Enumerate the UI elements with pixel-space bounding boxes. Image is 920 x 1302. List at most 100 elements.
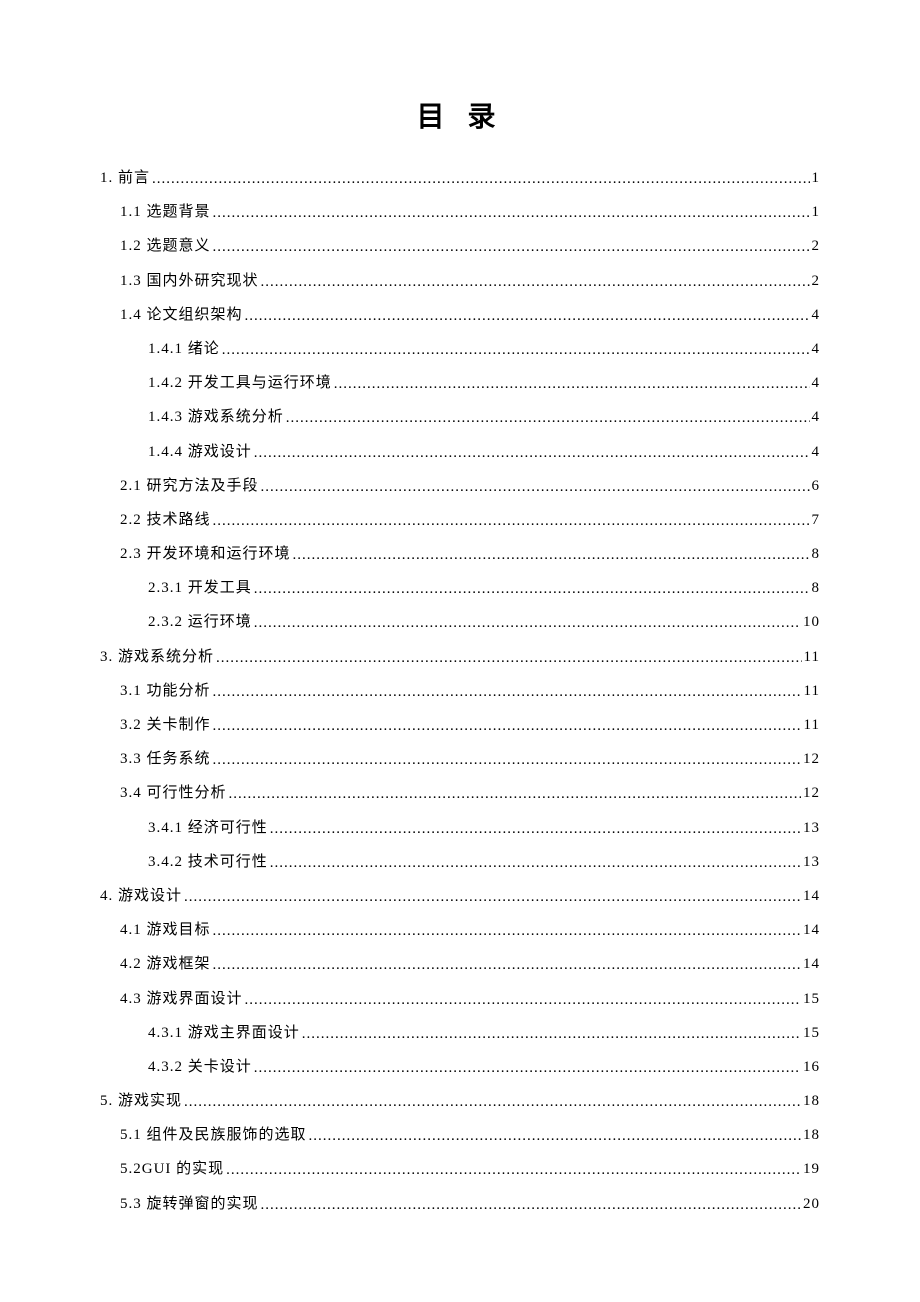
toc-entry: 1. 前言 1: [100, 161, 820, 195]
toc-entry-page: 13: [803, 811, 820, 845]
toc-entry: 3.2 关卡制作 11: [100, 708, 820, 742]
toc-entry-page: 18: [803, 1118, 820, 1152]
toc-dot-leader: [254, 606, 801, 640]
toc-entry-page: 4: [812, 400, 821, 434]
toc-entry-page: 4: [812, 332, 821, 366]
toc-entry-page: 11: [804, 640, 820, 674]
toc-entry: 1.4.4 游戏设计 4: [100, 435, 820, 469]
toc-dot-leader: [254, 1051, 801, 1085]
toc-entry-page: 20: [803, 1187, 820, 1221]
toc-entry-label: 3.4.1 经济可行性: [148, 811, 268, 845]
toc-entry-label: 4.2 游戏框架: [120, 947, 211, 981]
toc-dot-leader: [213, 504, 810, 538]
toc-entry: 4. 游戏设计 14: [100, 879, 820, 913]
toc-dot-leader: [309, 1119, 801, 1153]
toc-dot-leader: [302, 1017, 801, 1051]
toc-dot-leader: [261, 1188, 801, 1222]
toc-dot-leader: [261, 470, 810, 504]
toc-dot-leader: [184, 1085, 801, 1119]
toc-entry-label: 2.3.1 开发工具: [148, 571, 252, 605]
toc-entry-page: 16: [803, 1050, 820, 1084]
toc-entry: 4.3 游戏界面设计15: [100, 982, 820, 1016]
toc-dot-leader: [293, 538, 810, 572]
toc-dot-leader: [254, 436, 810, 470]
toc-entry-label: 1.4.1 绪论: [148, 332, 220, 366]
toc-dot-leader: [254, 572, 810, 606]
toc-entry-label: 3.4 可行性分析: [120, 776, 227, 810]
toc-dot-leader: [270, 812, 801, 846]
toc-entry: 3.4.2 技术可行性 13: [100, 845, 820, 879]
toc-dot-leader: [213, 914, 801, 948]
toc-entry-label: 1.1 选题背景: [120, 195, 211, 229]
toc-entry-label: 5. 游戏实现: [100, 1084, 182, 1118]
toc-entry-page: 12: [803, 742, 820, 776]
toc-entry: 1.3 国内外研究现状2: [100, 264, 820, 298]
toc-entry-label: 5.3 旋转弹窗的实现: [120, 1187, 259, 1221]
toc-entry-label: 2.1 研究方法及手段: [120, 469, 259, 503]
toc-entry-page: 18: [803, 1084, 820, 1118]
toc-entry-label: 4.1 游戏目标: [120, 913, 211, 947]
toc-entry: 1.1 选题背景 1: [100, 195, 820, 229]
toc-dot-leader: [213, 743, 801, 777]
toc-entry-label: 3.4.2 技术可行性: [148, 845, 268, 879]
toc-entry-page: 15: [803, 1016, 820, 1050]
toc-entry-page: 1: [812, 195, 821, 229]
toc-entry-label: 1.4.2 开发工具与运行环境: [148, 366, 332, 400]
toc-entry: 4.1 游戏目标 14: [100, 913, 820, 947]
toc-dot-leader: [216, 641, 802, 675]
toc-entry-label: 1.2 选题意义: [120, 229, 211, 263]
toc-entry-page: 8: [812, 537, 821, 571]
toc-dot-leader: [286, 401, 810, 435]
toc-dot-leader: [213, 196, 810, 230]
toc-entry-label: 4.3.2 关卡设计: [148, 1050, 252, 1084]
toc-dot-leader: [213, 230, 810, 264]
toc-entry: 2.3.1 开发工具8: [100, 571, 820, 605]
toc-entry: 4.3.1 游戏主界面设计15: [100, 1016, 820, 1050]
toc-entry-page: 14: [803, 947, 820, 981]
toc-entry-page: 4: [812, 298, 821, 332]
toc-entry-label: 3.1 功能分析: [120, 674, 211, 708]
toc-entry-label: 2.2 技术路线: [120, 503, 211, 537]
toc-entry-label: 3.2 关卡制作: [120, 708, 211, 742]
toc-entry-label: 2.3.2 运行环境: [148, 605, 252, 639]
toc-entry: 5.3 旋转弹窗的实现 20: [100, 1187, 820, 1221]
toc-entry-page: 2: [812, 229, 821, 263]
toc-entry-label: 5.2GUI 的实现: [120, 1152, 224, 1186]
toc-entry-page: 1: [812, 161, 821, 195]
toc-entry-label: 1.4 论文组织架构: [120, 298, 243, 332]
toc-dot-leader: [213, 675, 802, 709]
toc-entry-page: 14: [803, 879, 820, 913]
toc-entry-label: 1. 前言: [100, 161, 150, 195]
toc-dot-leader: [222, 333, 810, 367]
toc-entry-label: 4. 游戏设计: [100, 879, 182, 913]
toc-entry-page: 13: [803, 845, 820, 879]
toc-dot-leader: [245, 299, 810, 333]
toc-entry-page: 7: [812, 503, 821, 537]
toc-entry: 1.4.3 游戏系统分析4: [100, 400, 820, 434]
toc-entry-page: 12: [803, 776, 820, 810]
toc-dot-leader: [213, 948, 801, 982]
toc-entry-label: 3. 游戏系统分析: [100, 640, 214, 674]
toc-entry: 2.1 研究方法及手段6: [100, 469, 820, 503]
toc-entry-page: 14: [803, 913, 820, 947]
toc-entry: 5.2GUI 的实现19: [100, 1152, 820, 1186]
toc-entry: 5.1 组件及民族服饰的选取18: [100, 1118, 820, 1152]
toc-entry: 2.3.2 运行环境10: [100, 605, 820, 639]
toc-entry: 1.4.1 绪论 4: [100, 332, 820, 366]
toc-entry-label: 1.4.4 游戏设计: [148, 435, 252, 469]
toc-title: 目 录: [100, 95, 820, 135]
toc-entry: 2.3 开发环境和运行环境 8: [100, 537, 820, 571]
toc-entry: 3.3 任务系统12: [100, 742, 820, 776]
toc-entry: 3. 游戏系统分析 11: [100, 640, 820, 674]
toc-dot-leader: [270, 846, 801, 880]
toc-dot-leader: [226, 1153, 801, 1187]
toc-entry-page: 2: [812, 264, 821, 298]
toc-entry-label: 2.3 开发环境和运行环境: [120, 537, 291, 571]
toc-dot-leader: [261, 265, 810, 299]
toc-entry-page: 11: [804, 708, 820, 742]
toc-dot-leader: [245, 983, 801, 1017]
toc-entry: 1.4 论文组织架构 4: [100, 298, 820, 332]
toc-entry-page: 4: [812, 435, 821, 469]
toc-entry-page: 4: [812, 366, 821, 400]
toc-entry: 3.4 可行性分析 12: [100, 776, 820, 810]
